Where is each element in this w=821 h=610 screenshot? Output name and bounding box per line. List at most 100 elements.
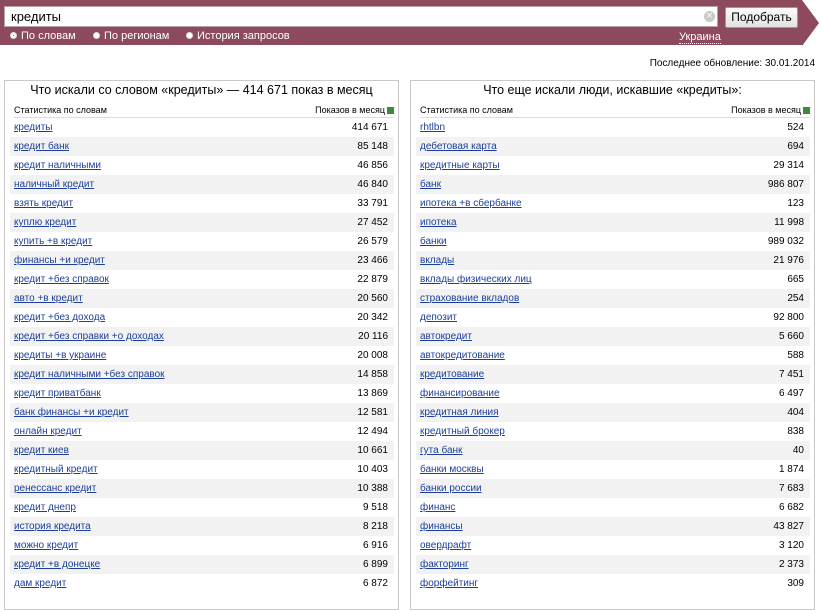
table-row: финансы 43 827 <box>416 517 810 536</box>
keyword-link[interactable]: взять кредит <box>14 194 73 213</box>
keyword-link[interactable]: ипотека <box>420 213 457 232</box>
keyword-link[interactable]: куплю кредит <box>14 213 76 232</box>
mode-by-regions[interactable]: По регионам <box>93 30 169 42</box>
excel-icon[interactable] <box>387 107 394 114</box>
impressions-count: 588 <box>787 350 804 361</box>
keyword-link[interactable]: ипотека +в сбербанке <box>420 194 522 213</box>
keyword-link[interactable]: кредитование <box>420 365 484 384</box>
impressions-count: 92 800 <box>773 312 804 323</box>
table-row: rhtlbn 524 <box>416 118 810 137</box>
table-row: вклады 21 976 <box>416 251 810 270</box>
radio-icon[interactable] <box>186 32 193 39</box>
impressions-count: 404 <box>787 407 804 418</box>
table-row: вклады физических лиц 665 <box>416 270 810 289</box>
mode-by-words[interactable]: По словам <box>10 30 76 42</box>
keyword-link[interactable]: онлайн кредит <box>14 422 82 441</box>
keyword-link[interactable]: вклады физических лиц <box>420 270 532 289</box>
table-row: кредит +без дохода 20 342 <box>10 308 394 327</box>
impressions-count: 694 <box>787 141 804 152</box>
keyword-link[interactable]: финансы +и кредит <box>14 251 105 270</box>
mode-history[interactable]: История запросов <box>186 30 290 42</box>
keyword-link[interactable]: форфейтинг <box>420 574 478 593</box>
impressions-count: 46 840 <box>357 179 388 190</box>
keyword-link[interactable]: наличный кредит <box>14 175 94 194</box>
table-row: овердрафт 3 120 <box>416 536 810 555</box>
keyword-link[interactable]: автокредитование <box>420 346 505 365</box>
table-row: купить +в кредит 26 579 <box>10 232 394 251</box>
left-panel: Что искали со словом «кредиты» — 414 671… <box>4 80 399 610</box>
keyword-link[interactable]: финанс <box>420 498 455 517</box>
impressions-count: 10 403 <box>357 464 388 475</box>
keyword-link[interactable]: rhtlbn <box>420 118 445 137</box>
keyword-link[interactable]: кредит банк <box>14 137 69 156</box>
keyword-link[interactable]: история кредита <box>14 517 91 536</box>
keyword-link[interactable]: кредитный брокер <box>420 422 505 441</box>
keyword-link[interactable]: кредит приватбанк <box>14 384 101 403</box>
keyword-link[interactable]: кредит +в донецке <box>14 555 100 574</box>
clear-icon[interactable]: × <box>704 11 715 22</box>
keyword-link[interactable]: овердрафт <box>420 536 471 555</box>
excel-icon[interactable] <box>803 107 810 114</box>
table-row: кредитные карты 29 314 <box>416 156 810 175</box>
keyword-link[interactable]: кредиты <box>14 118 52 137</box>
keyword-link[interactable]: кредитные карты <box>420 156 500 175</box>
table-row: авто +в кредит 20 560 <box>10 289 394 308</box>
keyword-link[interactable]: депозит <box>420 308 457 327</box>
keyword-link[interactable]: кредиты +в украине <box>14 346 106 365</box>
keyword-link[interactable]: финансирование <box>420 384 500 403</box>
keyword-link[interactable]: кредит киев <box>14 441 69 460</box>
keyword-link[interactable]: кредитная линия <box>420 403 499 422</box>
impressions-count: 22 879 <box>357 274 388 285</box>
impressions-count: 986 807 <box>767 179 804 190</box>
impressions-count: 12 494 <box>357 426 388 437</box>
table-row: финансирование 6 497 <box>416 384 810 403</box>
keyword-link[interactable]: кредит днепр <box>14 498 76 517</box>
keyword-link[interactable]: кредит наличными <box>14 156 101 175</box>
keyword-link[interactable]: банки россии <box>420 479 482 498</box>
keyword-link[interactable]: страхование вкладов <box>420 289 519 308</box>
impressions-count: 23 466 <box>357 255 388 266</box>
impressions-count: 3 120 <box>778 540 804 551</box>
keyword-link[interactable]: кредит +без дохода <box>14 308 105 327</box>
keyword-link[interactable]: банки москвы <box>420 460 484 479</box>
keyword-link[interactable]: банк <box>420 175 441 194</box>
search-input[interactable] <box>4 6 718 27</box>
table-row: кредиты 414 671 <box>10 118 394 137</box>
impressions-count: 6 497 <box>778 388 804 399</box>
table-row: взять кредит 33 791 <box>10 194 394 213</box>
keyword-link[interactable]: факторинг <box>420 555 469 574</box>
impressions-count: 9 518 <box>362 502 388 513</box>
keyword-link[interactable]: вклады <box>420 251 454 270</box>
mode-label: По регионам <box>104 30 170 42</box>
impressions-count: 123 <box>787 198 804 209</box>
impressions-count: 26 579 <box>357 236 388 247</box>
submit-button[interactable]: Подобрать <box>725 7 798 28</box>
impressions-count: 27 452 <box>357 217 388 228</box>
keyword-link[interactable]: гута банк <box>420 441 462 460</box>
impressions-count: 6 682 <box>778 502 804 513</box>
keyword-link[interactable]: кредит наличными +без справок <box>14 365 165 384</box>
table-row: финансы +и кредит 23 466 <box>10 251 394 270</box>
radio-icon[interactable] <box>93 32 100 39</box>
table-row: банк 986 807 <box>416 175 810 194</box>
table-row: банки москвы 1 874 <box>416 460 810 479</box>
keyword-link[interactable]: банк финансы +и кредит <box>14 403 129 422</box>
radio-selected-icon[interactable] <box>10 32 17 39</box>
table-row: гута банк 40 <box>416 441 810 460</box>
keyword-link[interactable]: дам кредит <box>14 574 66 593</box>
impressions-count: 20 342 <box>357 312 388 323</box>
keyword-link[interactable]: кредит +без справок <box>14 270 109 289</box>
keyword-link[interactable]: ренессанс кредит <box>14 479 96 498</box>
keyword-link[interactable]: автокредит <box>420 327 472 346</box>
keyword-link[interactable]: кредитный кредит <box>14 460 98 479</box>
region-link[interactable]: Украина <box>679 31 721 44</box>
table-row: банки 989 032 <box>416 232 810 251</box>
keyword-link[interactable]: дебетовая карта <box>420 137 497 156</box>
keyword-link[interactable]: купить +в кредит <box>14 232 92 251</box>
keyword-link[interactable]: можно кредит <box>14 536 78 555</box>
keyword-link[interactable]: финансы <box>420 517 463 536</box>
impressions-count: 29 314 <box>773 160 804 171</box>
keyword-link[interactable]: кредит +без справки +о доходах <box>14 327 164 346</box>
keyword-link[interactable]: авто +в кредит <box>14 289 83 308</box>
keyword-link[interactable]: банки <box>420 232 447 251</box>
